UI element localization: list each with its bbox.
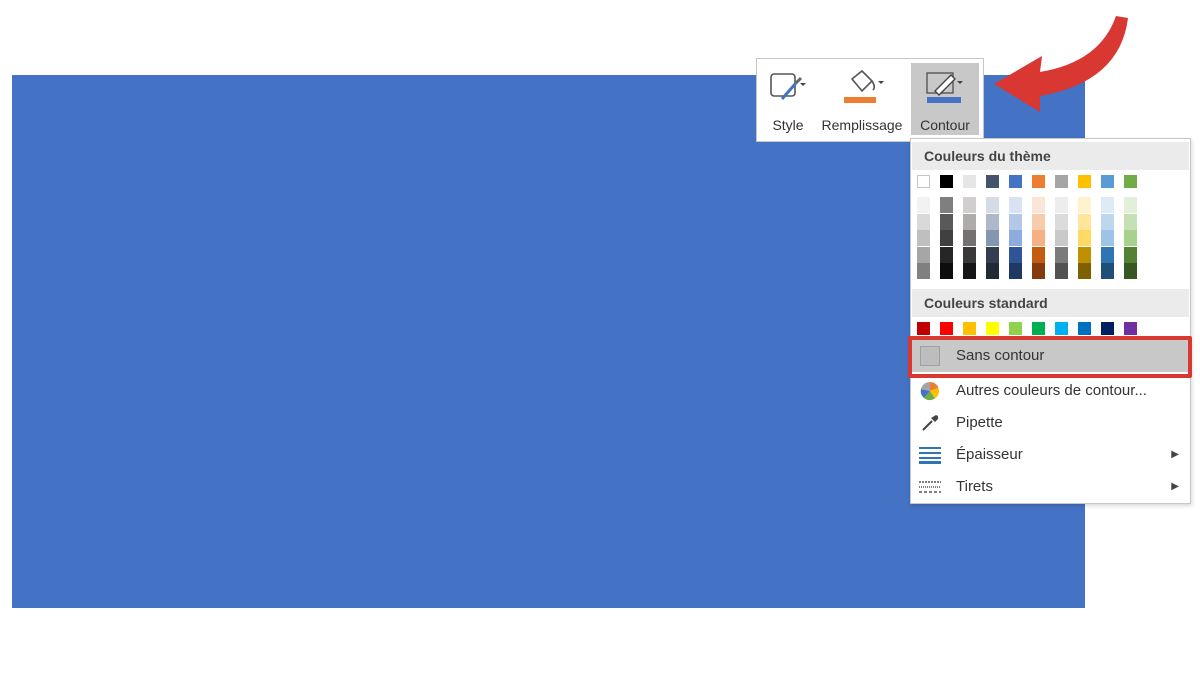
weight-label: Épaisseur	[956, 446, 1023, 463]
style-label: Style	[772, 117, 804, 133]
theme-shade-swatch[interactable]	[940, 197, 953, 213]
theme-shade-swatch[interactable]	[1078, 230, 1091, 246]
theme-shade-swatch[interactable]	[917, 246, 930, 263]
eyedropper-item[interactable]: Pipette	[912, 407, 1189, 439]
standard-colors-header: Couleurs standard	[912, 289, 1189, 317]
theme-color-swatch[interactable]	[1009, 175, 1022, 188]
standard-color-swatch[interactable]	[1124, 322, 1137, 335]
theme-shade-swatch[interactable]	[1101, 197, 1114, 213]
theme-shade-swatch[interactable]	[1055, 230, 1068, 246]
theme-shade-swatch[interactable]	[1009, 263, 1022, 279]
theme-shade-swatch[interactable]	[1101, 263, 1114, 279]
theme-shade-swatch[interactable]	[917, 197, 930, 213]
chevron-right-icon: ▶	[1171, 481, 1179, 492]
eyedropper-icon	[919, 413, 941, 433]
theme-shade-swatch[interactable]	[1055, 263, 1068, 279]
theme-shade-swatch[interactable]	[1101, 213, 1114, 230]
theme-shade-swatch[interactable]	[963, 246, 976, 263]
standard-color-swatch[interactable]	[1078, 322, 1091, 335]
theme-color-swatch[interactable]	[1055, 175, 1068, 188]
fill-label: Remplissage	[821, 117, 903, 133]
theme-color-swatch[interactable]	[917, 175, 930, 188]
theme-shade-swatch[interactable]	[917, 213, 930, 230]
theme-shade-swatch[interactable]	[1032, 263, 1045, 279]
theme-shade-swatch[interactable]	[1078, 197, 1091, 213]
theme-shade-swatch[interactable]	[963, 213, 976, 230]
theme-shade-swatch[interactable]	[1078, 213, 1091, 230]
theme-color-swatch[interactable]	[1124, 175, 1137, 188]
theme-shade-swatch[interactable]	[1124, 263, 1137, 279]
standard-color-swatch[interactable]	[986, 322, 999, 335]
red-curved-arrow-icon	[994, 16, 1128, 112]
theme-shade-swatch[interactable]	[963, 230, 976, 246]
standard-color-swatch[interactable]	[1055, 322, 1068, 335]
theme-color-swatch[interactable]	[986, 175, 999, 188]
theme-shade-swatch[interactable]	[1032, 213, 1045, 230]
theme-color-swatch[interactable]	[1078, 175, 1091, 188]
theme-shade-swatch[interactable]	[1124, 246, 1137, 263]
theme-shade-swatch[interactable]	[986, 197, 999, 213]
theme-shade-swatch[interactable]	[1009, 230, 1022, 246]
theme-color-swatch[interactable]	[1101, 175, 1114, 188]
theme-shade-swatch[interactable]	[1055, 213, 1068, 230]
theme-shade-swatch[interactable]	[986, 213, 999, 230]
standard-color-swatch[interactable]	[1032, 322, 1045, 335]
dashes-icon	[919, 477, 941, 497]
theme-color-swatch[interactable]	[963, 175, 976, 188]
more-outline-colors-item[interactable]: Autres couleurs de contour...	[912, 375, 1189, 407]
more-outline-colors-label: Autres couleurs de contour...	[956, 382, 1147, 399]
theme-shade-swatch[interactable]	[940, 213, 953, 230]
standard-color-swatch[interactable]	[917, 322, 930, 335]
line-weight-icon	[919, 445, 941, 465]
dashes-item[interactable]: Tirets ▶	[912, 471, 1189, 503]
theme-color-swatch[interactable]	[1032, 175, 1045, 188]
standard-color-swatch[interactable]	[940, 322, 953, 335]
theme-shade-swatch[interactable]	[963, 197, 976, 213]
theme-shade-swatch[interactable]	[963, 263, 976, 279]
standard-color-swatch[interactable]	[1009, 322, 1022, 335]
theme-shade-swatch[interactable]	[1032, 197, 1045, 213]
theme-shade-swatch[interactable]	[1078, 246, 1091, 263]
mini-toolbar: Style Remplissage Contour	[756, 58, 984, 142]
highlight-box	[908, 336, 1192, 378]
theme-shade-swatch[interactable]	[1009, 246, 1022, 263]
theme-shade-swatch[interactable]	[1124, 213, 1137, 230]
theme-shade-swatch[interactable]	[940, 230, 953, 246]
theme-shade-swatch[interactable]	[1032, 246, 1045, 263]
theme-shade-swatch[interactable]	[917, 230, 930, 246]
theme-shade-swatch[interactable]	[940, 246, 953, 263]
theme-shade-swatch[interactable]	[986, 246, 999, 263]
paint-bucket-icon	[838, 67, 886, 107]
theme-shade-swatch[interactable]	[1124, 230, 1137, 246]
theme-shade-swatch[interactable]	[940, 263, 953, 279]
theme-shade-swatch[interactable]	[917, 263, 930, 279]
theme-shade-swatch[interactable]	[1124, 197, 1137, 213]
chevron-right-icon: ▶	[1171, 449, 1179, 460]
shape-style-icon	[768, 67, 808, 107]
style-button[interactable]: Style	[765, 63, 811, 135]
dashes-label: Tirets	[956, 478, 993, 495]
standard-color-swatch[interactable]	[963, 322, 976, 335]
theme-shade-swatch[interactable]	[1055, 197, 1068, 213]
outline-dropdown-menu: Couleurs du thème Couleurs standard Sans…	[910, 138, 1191, 504]
theme-color-swatch[interactable]	[940, 175, 953, 188]
theme-shade-swatch[interactable]	[986, 230, 999, 246]
theme-shade-swatch[interactable]	[1009, 213, 1022, 230]
theme-shade-swatch[interactable]	[1101, 230, 1114, 246]
weight-item[interactable]: Épaisseur ▶	[912, 439, 1189, 471]
standard-color-swatch[interactable]	[1101, 322, 1114, 335]
theme-shade-swatch[interactable]	[1032, 230, 1045, 246]
theme-shade-swatch[interactable]	[1078, 263, 1091, 279]
theme-shade-swatch[interactable]	[986, 263, 999, 279]
theme-shade-swatch[interactable]	[1101, 246, 1114, 263]
color-wheel-icon	[919, 381, 941, 401]
fill-button[interactable]: Remplissage	[817, 63, 907, 135]
theme-shade-swatch[interactable]	[1009, 197, 1022, 213]
theme-shade-swatch[interactable]	[1055, 246, 1068, 263]
eyedropper-label: Pipette	[956, 414, 1003, 431]
